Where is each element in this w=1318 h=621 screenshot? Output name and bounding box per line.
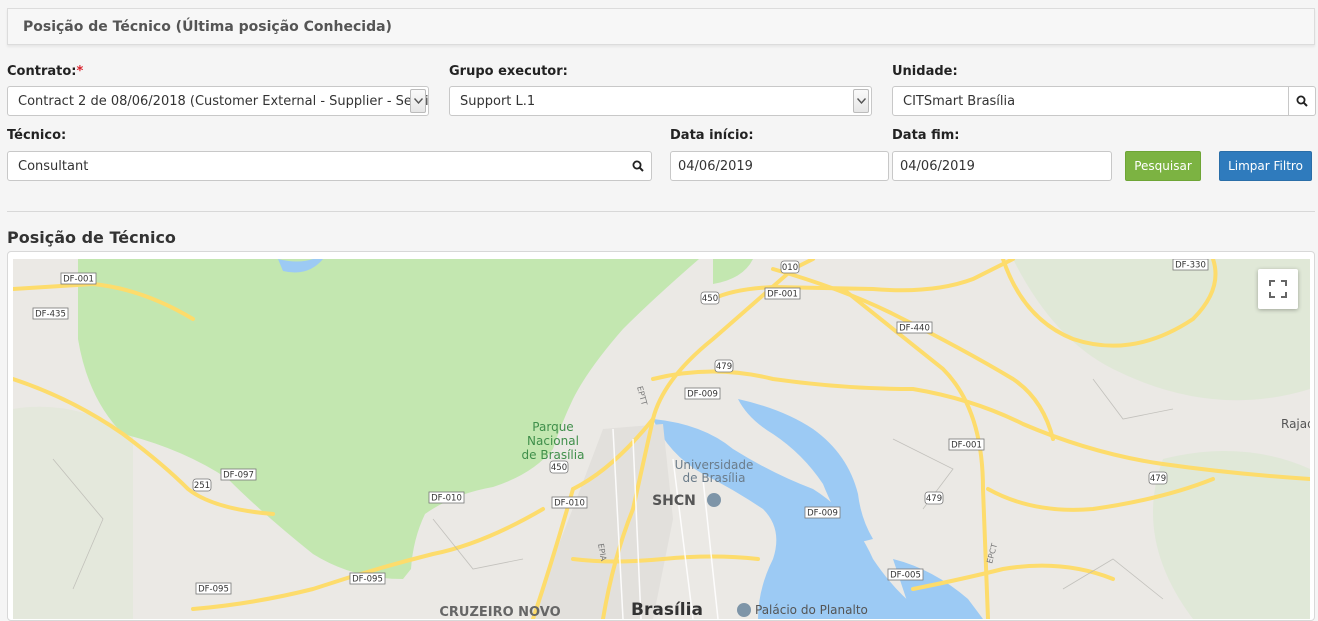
- road-shield: 010: [782, 263, 798, 273]
- road-shield: DF-435: [35, 310, 66, 320]
- district-label: SHCN: [652, 493, 696, 509]
- road-shield: DF-097: [223, 471, 254, 481]
- tecnico-label: Técnico:: [7, 128, 67, 143]
- landmark-label: Palácio do Planalto: [755, 603, 868, 617]
- pesquisar-button[interactable]: Pesquisar: [1125, 151, 1201, 181]
- road-shield: DF-001: [951, 441, 982, 451]
- grupo-label: Grupo executor:: [449, 64, 568, 79]
- divider: [7, 211, 1315, 212]
- chevron-down-icon[interactable]: [853, 89, 869, 113]
- road-shield: 450: [551, 463, 567, 473]
- map-panel: DF-001 DF-435 DF-097 251 450 450 010 DF-…: [7, 251, 1315, 621]
- district-label: CRUZEIRO NOVO: [439, 605, 560, 619]
- grupo-select[interactable]: Support L.1: [449, 86, 872, 116]
- park-label: Parque: [532, 420, 573, 434]
- city-label: Brasília: [631, 600, 703, 619]
- road-shield: 251: [194, 481, 210, 491]
- tecnico-input[interactable]: Consultant: [7, 151, 626, 181]
- road-shield: 479: [926, 494, 942, 504]
- road-shield: DF-001: [767, 290, 798, 300]
- contrato-value: Contract 2 de 08/06/2018 (Customer Exter…: [18, 94, 429, 109]
- road-shield: DF-095: [352, 575, 383, 585]
- university-pin-icon: [707, 493, 721, 507]
- search-icon: [1296, 95, 1308, 107]
- tecnico-value: Consultant: [18, 159, 89, 174]
- map-graphics: DF-001 DF-435 DF-097 251 450 450 010 DF-…: [13, 259, 1310, 619]
- road-shield: DF-009: [687, 390, 718, 400]
- fullscreen-icon: [1269, 280, 1287, 298]
- park-label: Nacional: [527, 434, 579, 448]
- landmark-pin-icon: [737, 603, 751, 617]
- road-shield: 450: [702, 294, 718, 304]
- data-fim-label: Data fim:: [892, 128, 960, 143]
- data-inicio-label: Data início:: [670, 128, 754, 143]
- road-shield: DF-005: [890, 571, 921, 581]
- unidade-value: CITSmart Brasília: [903, 94, 1016, 109]
- road-shield: DF-009: [807, 509, 838, 519]
- search-icon: [632, 160, 644, 172]
- road-shield: DF-095: [198, 585, 229, 595]
- road-shield: DF-330: [1175, 261, 1206, 271]
- data-fim-value: 04/06/2019: [900, 159, 975, 174]
- unidade-search-button[interactable]: [1289, 86, 1316, 116]
- town-label: Rajad: [1281, 417, 1310, 431]
- road-shield: DF-010: [431, 494, 462, 504]
- fullscreen-button[interactable]: [1258, 269, 1298, 309]
- road-shield: DF-001: [63, 275, 94, 285]
- tecnico-search-button[interactable]: [625, 151, 652, 181]
- required-mark: *: [76, 64, 84, 79]
- road-shield: DF-440: [899, 324, 930, 334]
- page-header-panel: Posição de Técnico (Última posição Conhe…: [7, 8, 1315, 45]
- university-label: de Brasília: [683, 471, 746, 485]
- chevron-down-icon[interactable]: [410, 89, 426, 113]
- map-canvas[interactable]: DF-001 DF-435 DF-097 251 450 450 010 DF-…: [13, 259, 1310, 619]
- data-fim-input[interactable]: 04/06/2019: [892, 151, 1112, 181]
- data-inicio-input[interactable]: 04/06/2019: [670, 151, 889, 181]
- limpar-filtro-button[interactable]: Limpar Filtro: [1219, 151, 1312, 181]
- data-inicio-value: 04/06/2019: [678, 159, 753, 174]
- university-label: Universidade: [675, 458, 754, 472]
- page-header-title: Posição de Técnico (Última posição Conhe…: [23, 19, 392, 35]
- contrato-label: Contrato:*: [7, 64, 84, 79]
- road-shield: 479: [1150, 474, 1166, 484]
- unidade-input[interactable]: CITSmart Brasília: [892, 86, 1289, 116]
- section-title: Posição de Técnico: [7, 228, 176, 247]
- unidade-label: Unidade:: [892, 64, 958, 79]
- road-shield: DF-010: [554, 499, 585, 509]
- park-label: de Brasília: [522, 448, 585, 462]
- grupo-value: Support L.1: [460, 94, 536, 109]
- contrato-select[interactable]: Contract 2 de 08/06/2018 (Customer Exter…: [7, 86, 429, 116]
- road-shield: 479: [716, 362, 732, 372]
